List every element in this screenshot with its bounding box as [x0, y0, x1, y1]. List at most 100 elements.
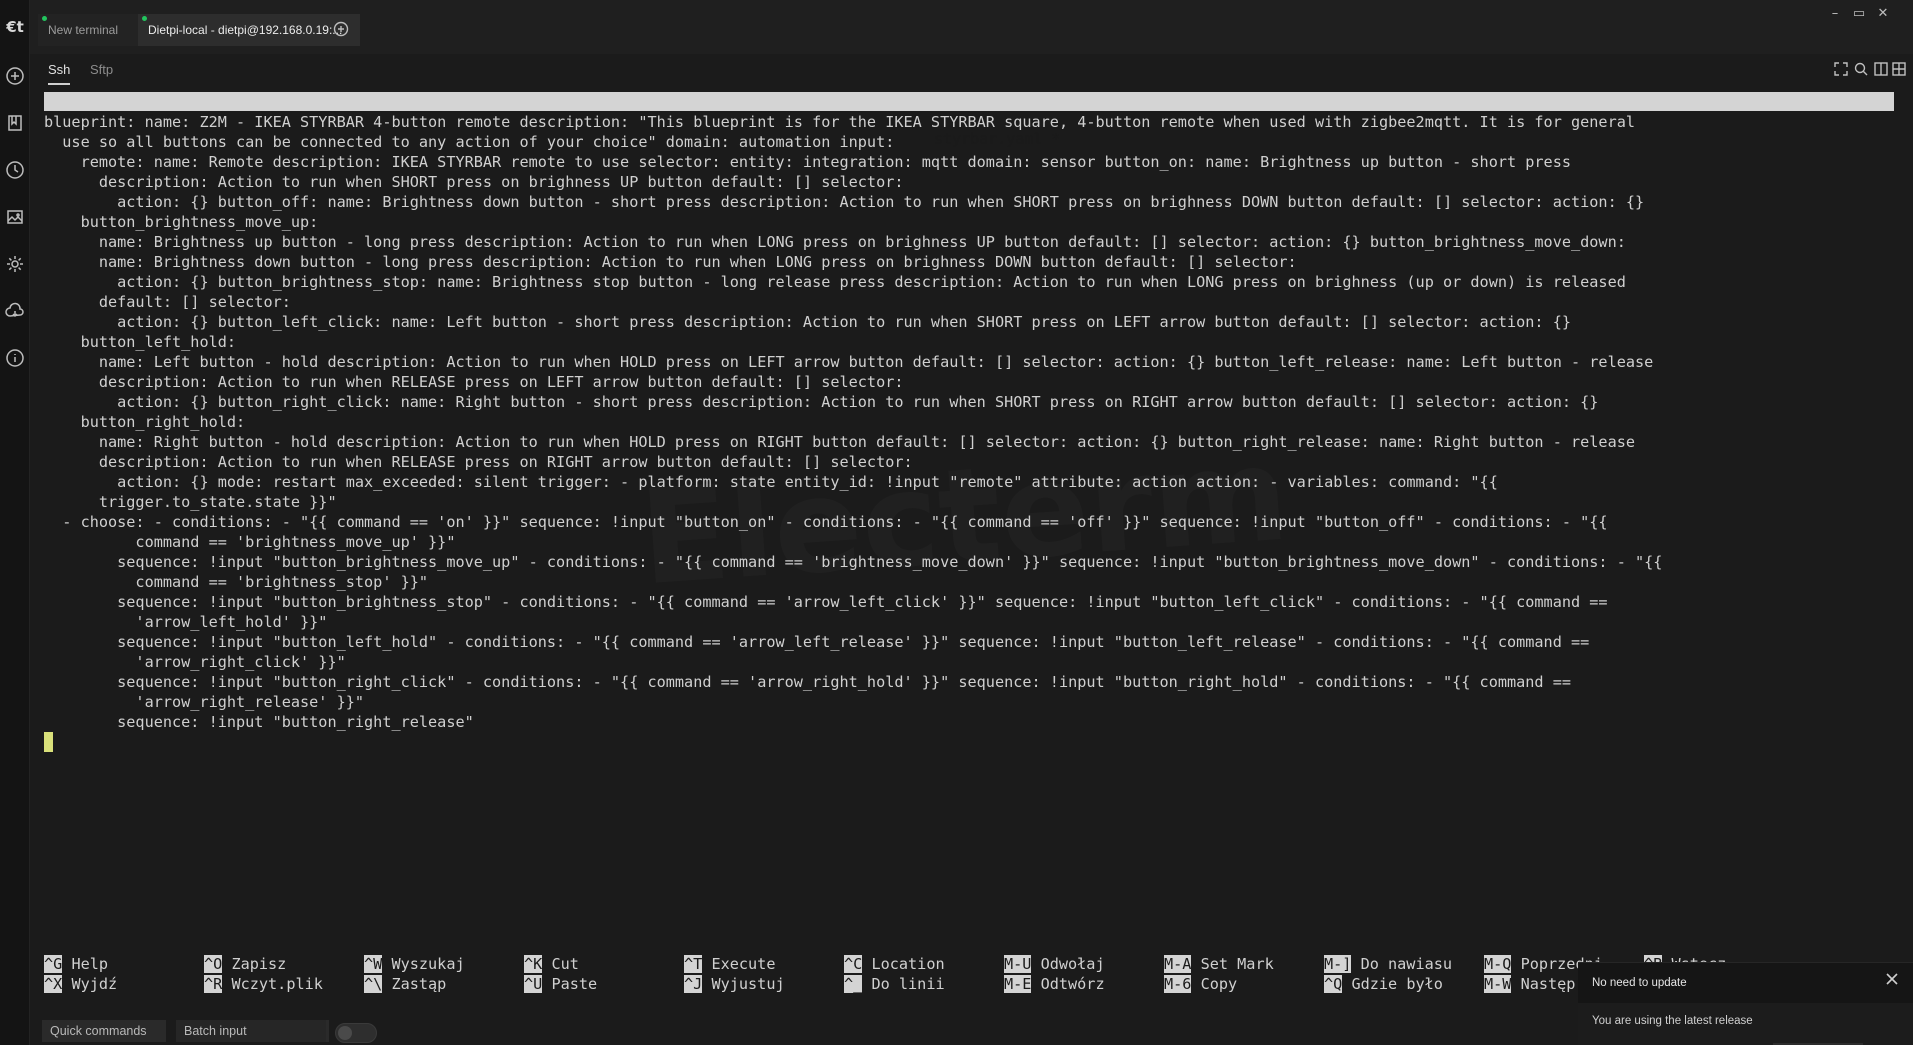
- shortcut-label: Zastąp: [391, 975, 447, 993]
- shortcut-label: Do nawiasu: [1360, 955, 1453, 973]
- tab-status-dot: [142, 16, 147, 21]
- nano-shortcut: ^X Wyjdź: [44, 974, 117, 994]
- nano-shortcut: ^J Wyjustuj: [684, 974, 785, 994]
- terminal-line: blueprint: name: Z2M - IKEA STYRBAR 4-bu…: [44, 113, 1635, 131]
- shortcut-key: ^Q: [1324, 975, 1343, 993]
- shortcut-key: ^G: [44, 955, 63, 973]
- terminal-line: button_right_hold:: [44, 413, 246, 431]
- left-rail: €t: [0, 0, 30, 1045]
- shortcut-key: ^K: [524, 955, 543, 973]
- nano-shortcut: ^Q Gdzie było: [1324, 974, 1443, 994]
- terminal-line: name: Right button - hold description: A…: [44, 433, 1635, 451]
- nano-shortcut: ^K Cut: [524, 954, 579, 974]
- shortcut-label: Wyjdź: [71, 975, 118, 993]
- toggle-knob: [338, 1026, 352, 1040]
- maximize-icon[interactable]: ▭: [1851, 6, 1867, 22]
- terminal-line: - choose: - conditions: - "{{ command ==…: [44, 513, 1608, 531]
- shortcut-key: ^\: [364, 975, 383, 993]
- shortcut-label: Wyjustuj: [711, 975, 785, 993]
- tab-label: Dietpi-local - dietpi@192.168.0.19:...: [148, 23, 343, 37]
- nano-shortcut: ^R Wczyt.plik: [204, 974, 323, 994]
- add-tab-icon[interactable]: [333, 21, 351, 39]
- shortcut-label: Wczyt.plik: [231, 975, 323, 993]
- notification-title: No need to update: [1592, 977, 1687, 989]
- tab-status-dot: [42, 16, 47, 21]
- shortcut-key: M-]: [1324, 955, 1352, 973]
- terminal-line: description: Action to run when SHORT pr…: [44, 173, 904, 191]
- shortcut-key: ^T: [684, 955, 703, 973]
- tab-ssh[interactable]: Ssh: [48, 62, 71, 85]
- terminal-line: 'arrow_left_hold' }}": [44, 613, 328, 631]
- nano-shortcut: M-U Odwołaj: [1004, 954, 1105, 974]
- close-window-icon[interactable]: ✕: [1875, 6, 1891, 22]
- tab-dietpi-local[interactable]: Dietpi-local - dietpi@192.168.0.19:...: [138, 14, 360, 46]
- shortcut-key: M-U: [1004, 955, 1032, 973]
- terminal-line: trigger.to_state.state }}": [44, 493, 337, 511]
- terminal-line: action: {} button_off: name: Brightness …: [44, 193, 1645, 211]
- fullscreen-icon[interactable]: [1834, 62, 1850, 78]
- terminal-line: name: Brightness down button - long pres…: [44, 253, 1297, 271]
- shortcut-key: ^R: [204, 975, 223, 993]
- terminal-line: command == 'brightness_move_up' }}": [44, 533, 456, 551]
- shortcut-label: Help: [71, 955, 109, 973]
- nano-title-bar: GNU nano 5.4 styrbar.yaml *: [44, 92, 1894, 148]
- nano-shortcut: M-E Odtwórz: [1004, 974, 1105, 994]
- nano-shortcut: ^C Location: [844, 954, 945, 974]
- shortcut-label: Copy: [1200, 975, 1238, 993]
- tab-label: New terminal: [48, 23, 119, 37]
- terminal-line: 'arrow_right_click' }}": [44, 653, 346, 671]
- terminal-cursor: [44, 732, 53, 752]
- nano-shortcut: ^G Help: [44, 954, 108, 974]
- shortcut-label: Gdzie było: [1351, 975, 1443, 993]
- terminal-line: action: {} button_brightness_stop: name:…: [44, 273, 1626, 291]
- terminal-line: sequence: !input "button_brightness_move…: [44, 553, 1663, 571]
- shortcut-label: Wyszukaj: [391, 955, 465, 973]
- history-icon[interactable]: [5, 160, 25, 180]
- shortcut-label: Set Mark: [1200, 955, 1274, 973]
- search-icon[interactable]: [1854, 62, 1870, 78]
- bookmarks-icon[interactable]: [5, 113, 25, 133]
- terminal-line: name: Brightness up button - long press …: [44, 233, 1626, 251]
- split-vertical-icon[interactable]: [1874, 62, 1890, 78]
- split-grid-icon[interactable]: [1892, 62, 1908, 78]
- batch-toggle[interactable]: [335, 1023, 377, 1043]
- shortcut-label: Do linii: [871, 975, 945, 993]
- add-bookmark-icon[interactable]: [5, 66, 25, 86]
- app-logo[interactable]: €t: [4, 16, 26, 38]
- shortcut-label: Paste: [551, 975, 598, 993]
- nano-shortcut: ^U Paste: [524, 974, 597, 994]
- tab-sftp[interactable]: Sftp: [90, 62, 113, 77]
- cloud-sync-icon[interactable]: [5, 301, 25, 321]
- batch-input-field[interactable]: Batch input: [176, 1020, 329, 1042]
- nano-shortcut: M-6 Copy: [1164, 974, 1237, 994]
- terminal-line: action: {} button_right_click: name: Rig…: [44, 393, 1599, 411]
- terminal-line: description: Action to run when RELEASE …: [44, 453, 913, 471]
- terminal-line: sequence: !input "button_right_click" - …: [44, 673, 1571, 691]
- quick-commands-button[interactable]: Quick commands: [42, 1020, 166, 1042]
- tab-new-terminal[interactable]: New terminal: [38, 14, 138, 46]
- shortcut-key: ^C: [844, 955, 863, 973]
- terminal-line: description: Action to run when RELEASE …: [44, 373, 904, 391]
- info-icon[interactable]: [5, 348, 25, 368]
- terminal-line: command == 'brightness_stop' }}": [44, 573, 429, 591]
- shortcut-key: M-E: [1004, 975, 1032, 993]
- shortcut-key: ^U: [524, 975, 543, 993]
- notification-message: You are using the latest release: [1592, 1015, 1753, 1027]
- shortcut-label: Zapisz: [231, 955, 287, 973]
- update-notification: No need to update You are using the late…: [1578, 962, 1913, 1045]
- shortcut-label: Execute: [711, 955, 776, 973]
- terminal-line: name: Left button - hold description: Ac…: [44, 353, 1654, 371]
- image-icon[interactable]: [5, 207, 25, 227]
- shortcut-key: M-6: [1164, 975, 1192, 993]
- settings-gear-icon[interactable]: [5, 254, 25, 274]
- session-subtabs: Ssh Sftp: [30, 54, 1913, 88]
- shortcut-key: M-A: [1164, 955, 1192, 973]
- close-icon[interactable]: [1885, 972, 1901, 988]
- terminal-line: 'arrow_right_release' }}": [44, 693, 365, 711]
- shortcut-label: Odwołaj: [1040, 955, 1105, 973]
- shortcut-key: ^_: [844, 975, 863, 993]
- nano-shortcut: ^W Wyszukaj: [364, 954, 465, 974]
- minimize-icon[interactable]: –: [1827, 6, 1843, 22]
- nano-shortcut: ^T Execute: [684, 954, 775, 974]
- terminal-line: use so all buttons can be connected to a…: [44, 133, 895, 151]
